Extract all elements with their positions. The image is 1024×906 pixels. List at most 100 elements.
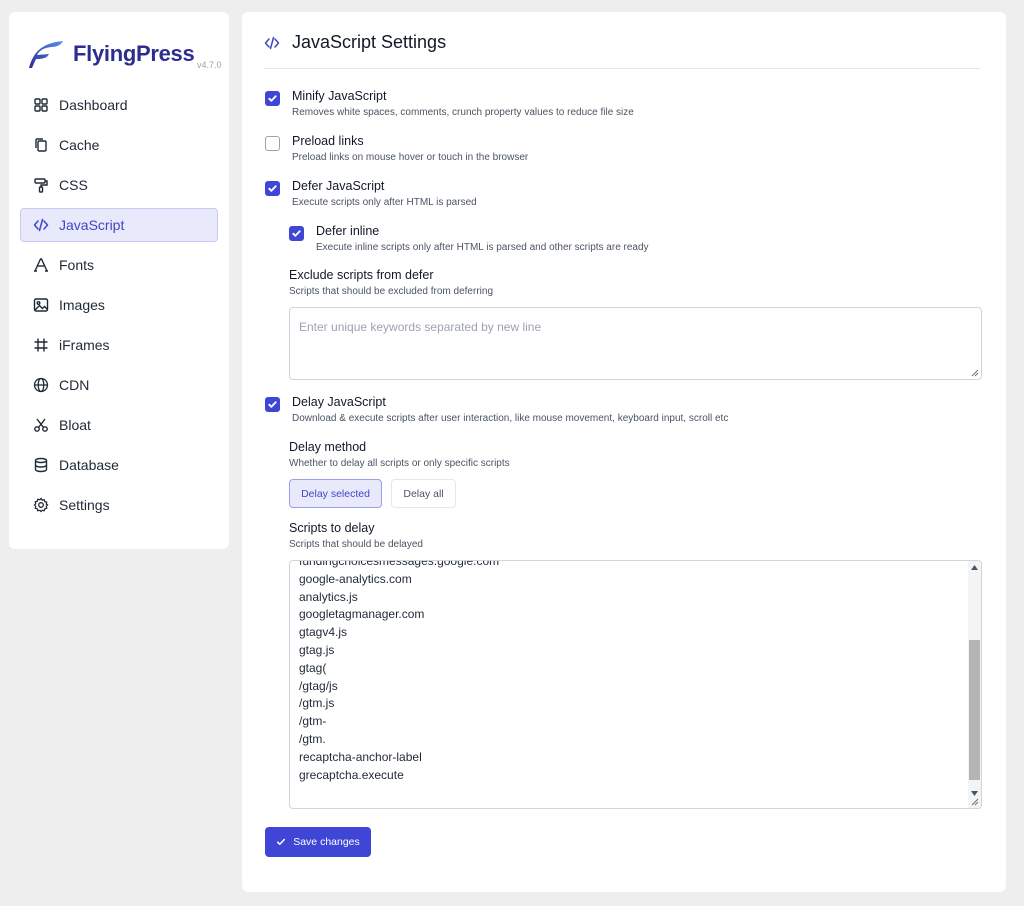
option-title: Minify JavaScript (292, 89, 387, 103)
sidebar-item-cdn[interactable]: CDN (20, 368, 218, 402)
script-line: google-analytics.com (299, 571, 412, 586)
option-delay-javascript: Delay JavaScript Download & execute scri… (265, 395, 965, 427)
code-icon (264, 36, 280, 49)
script-line: recaptcha-anchor-label (299, 749, 422, 764)
script-line: /gtm- (299, 714, 327, 729)
page-header: JavaScript Settings (264, 32, 446, 53)
sidebar-item-javascript[interactable]: JavaScript (20, 208, 218, 242)
scroll-up-arrow-icon[interactable] (968, 561, 981, 574)
option-description: Download & execute scripts after user in… (292, 413, 729, 424)
check-icon (268, 185, 277, 192)
scissors-icon (33, 417, 49, 433)
textarea-placeholder: Enter unique keywords separated by new l… (299, 320, 542, 334)
delay-selected-button[interactable]: Delay selected (289, 479, 382, 508)
header-divider (264, 68, 980, 69)
sidebar-item-label: Database (59, 457, 119, 473)
sidebar-item-label: iFrames (59, 337, 110, 353)
flyingpress-logo-icon (29, 41, 63, 68)
preload-links-checkbox[interactable] (265, 136, 280, 151)
sidebar-item-cache[interactable]: Cache (20, 128, 218, 162)
script-line: fundingchoicesmessages.google.com (299, 560, 500, 568)
database-icon (33, 457, 49, 473)
scripts-list: fundingchoicesmessages.google.com google-… (299, 560, 500, 784)
sidebar-item-label: Settings (59, 497, 110, 513)
script-line: googletagmanager.com (299, 607, 425, 622)
sidebar-item-label: JavaScript (59, 217, 125, 233)
script-line: analytics.js (299, 589, 358, 604)
sidebar: FlyingPress v4.7.0 Dashboard Cache CSS J (9, 12, 229, 549)
app-logo[interactable]: FlyingPress (27, 34, 195, 74)
sidebar-item-settings[interactable]: Settings (20, 488, 218, 522)
sidebar-item-label: Cache (59, 137, 100, 153)
delay-javascript-checkbox[interactable] (265, 397, 280, 412)
exclude-scripts-description: Scripts that should be excluded from def… (289, 286, 493, 297)
delay-method-title: Delay method (289, 440, 367, 454)
sidebar-item-label: Bloat (59, 417, 91, 433)
option-description: Execute inline scripts only after HTML i… (316, 242, 649, 253)
option-minify-javascript: Minify JavaScript Removes white spaces, … (265, 89, 865, 121)
sidebar-item-css[interactable]: CSS (20, 168, 218, 202)
check-icon (268, 95, 277, 102)
globe-icon (33, 377, 49, 393)
code-icon (33, 217, 49, 233)
delay-method-description: Whether to delay all scripts or only spe… (289, 458, 510, 469)
app-version: v4.7.0 (197, 60, 222, 70)
defer-inline-checkbox[interactable] (289, 226, 304, 241)
sidebar-item-label: CSS (59, 177, 88, 193)
sidebar-item-fonts[interactable]: Fonts (20, 248, 218, 282)
app-name: FlyingPress (73, 41, 195, 66)
scripts-to-delay-textarea[interactable]: fundingchoicesmessages.google.com google-… (289, 560, 982, 809)
option-title: Defer inline (316, 224, 380, 238)
resize-grip-icon[interactable] (971, 798, 979, 806)
option-description: Removes white spaces, comments, crunch p… (292, 107, 634, 118)
exclude-scripts-title: Exclude scripts from defer (289, 268, 434, 282)
scripts-to-delay-description: Scripts that should be delayed (289, 539, 423, 550)
scrollbar-thumb[interactable] (969, 640, 980, 780)
script-line: /gtm.js (299, 696, 335, 711)
sidebar-nav: Dashboard Cache CSS JavaScript Fonts Ima… (20, 88, 218, 528)
option-description: Execute scripts only after HTML is parse… (292, 197, 477, 208)
script-line: /gtag/js (299, 678, 338, 693)
sidebar-item-iframes[interactable]: iFrames (20, 328, 218, 362)
scripts-to-delay-title: Scripts to delay (289, 521, 375, 535)
page-title: JavaScript Settings (292, 32, 447, 52)
resize-grip-icon[interactable] (971, 369, 979, 377)
font-icon (33, 257, 49, 273)
sidebar-item-label: Images (59, 297, 105, 313)
option-title: Delay JavaScript (292, 395, 386, 409)
check-icon (292, 230, 301, 237)
script-line: gtag( (299, 660, 327, 675)
copy-icon (33, 137, 49, 153)
check-icon (277, 838, 286, 845)
defer-javascript-checkbox[interactable] (265, 181, 280, 196)
delay-all-button[interactable]: Delay all (391, 479, 456, 508)
sidebar-item-label: Dashboard (59, 97, 128, 113)
option-defer-inline: Defer inline Execute inline scripts only… (289, 224, 889, 256)
option-defer-javascript: Defer JavaScript Execute scripts only af… (265, 179, 865, 211)
option-preload-links: Preload links Preload links on mouse hov… (265, 134, 865, 166)
sidebar-item-dashboard[interactable]: Dashboard (20, 88, 218, 122)
settings-panel: JavaScript Settings Minify JavaScript Re… (242, 12, 1006, 892)
sidebar-item-database[interactable]: Database (20, 448, 218, 482)
save-changes-label: Save changes (293, 836, 360, 848)
gear-icon (33, 497, 49, 513)
textarea-scrollbar[interactable] (968, 561, 981, 808)
image-icon (33, 297, 49, 313)
option-title: Defer JavaScript (292, 179, 385, 193)
script-line: gtag.js (299, 642, 335, 657)
sidebar-item-images[interactable]: Images (20, 288, 218, 322)
minify-javascript-checkbox[interactable] (265, 91, 280, 106)
sidebar-item-label: Fonts (59, 257, 95, 273)
option-description: Preload links on mouse hover or touch in… (292, 152, 529, 163)
paint-roller-icon (33, 177, 49, 193)
option-title: Preload links (292, 134, 364, 148)
script-line: gtagv4.js (299, 625, 348, 640)
sidebar-item-label: CDN (59, 377, 90, 393)
check-icon (268, 401, 277, 408)
dashboard-icon (33, 97, 49, 113)
save-changes-button[interactable]: Save changes (265, 827, 371, 857)
exclude-scripts-textarea[interactable]: Enter unique keywords separated by new l… (289, 307, 982, 380)
script-line: /gtm. (299, 731, 326, 746)
sidebar-item-bloat[interactable]: Bloat (20, 408, 218, 442)
script-line: grecaptcha.execute (299, 767, 404, 782)
